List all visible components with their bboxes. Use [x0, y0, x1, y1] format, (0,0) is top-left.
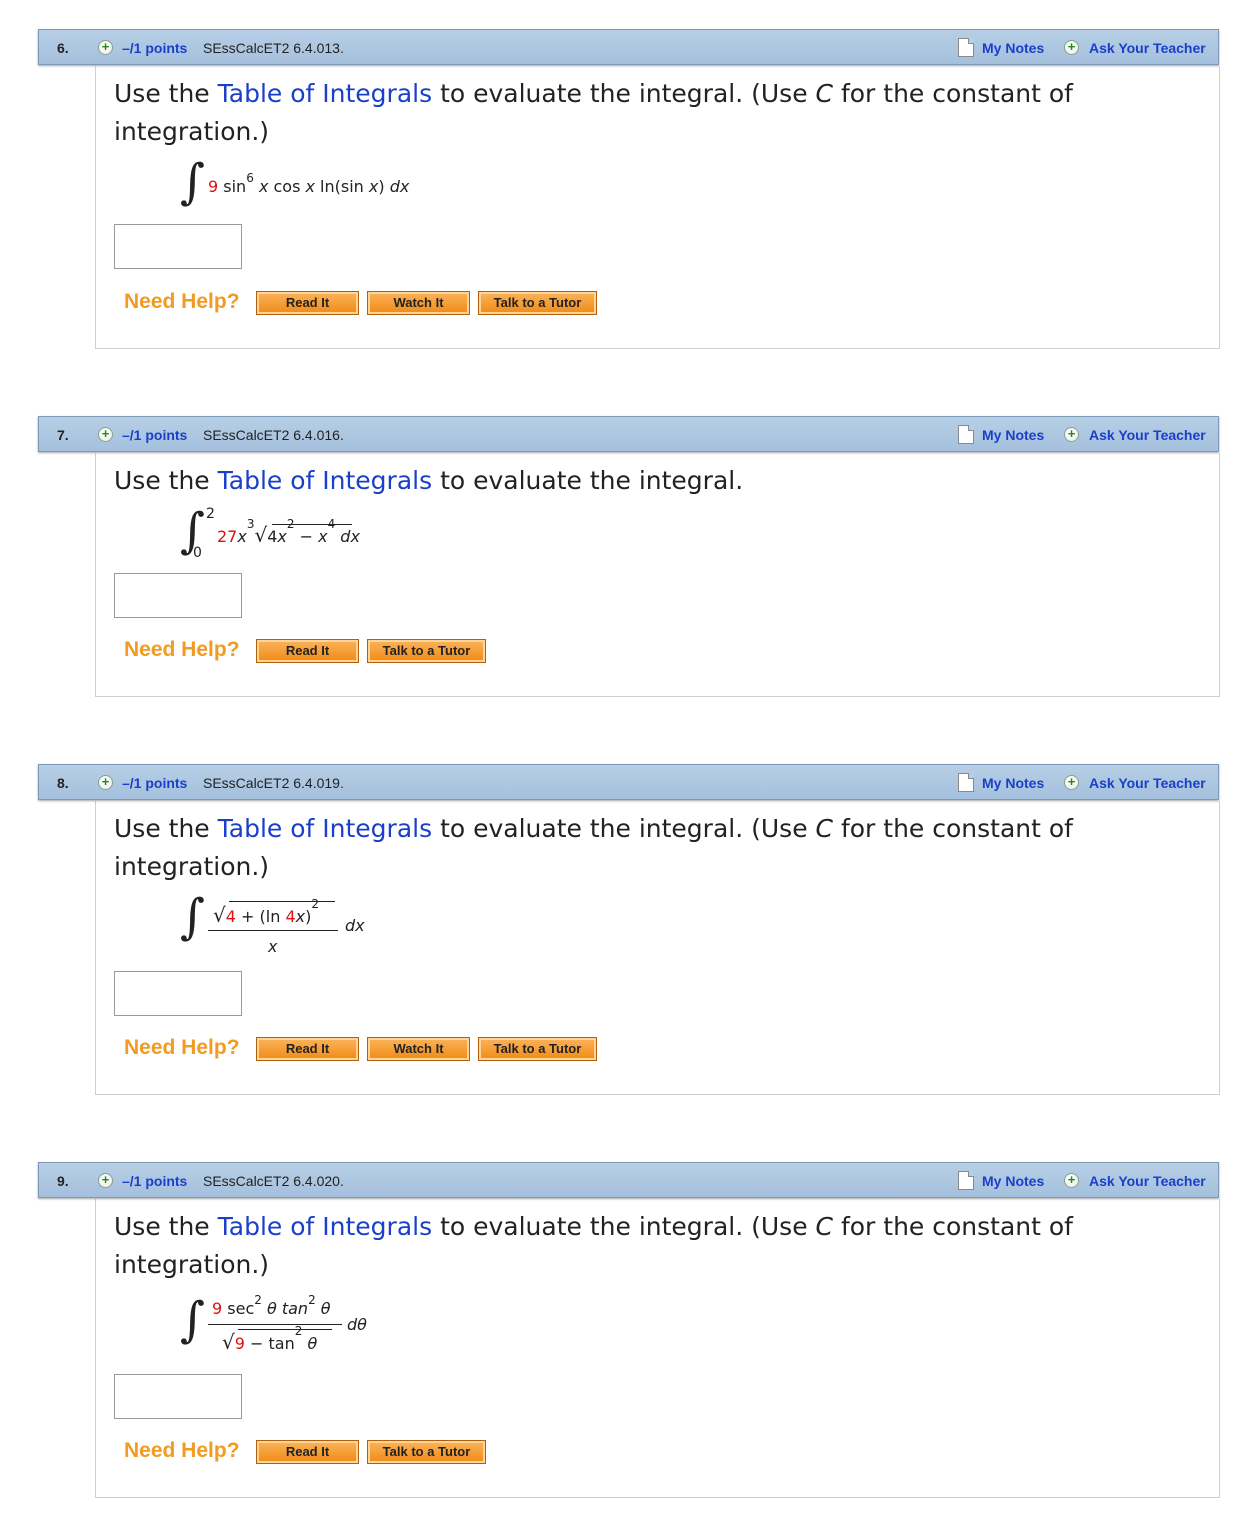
table-of-integrals-link[interactable]: Table of Integrals [218, 466, 432, 495]
need-help-label: Need Help? [124, 290, 240, 313]
question-6: 6. + –/1 points SEssCalcET2 6.4.013. My … [0, 0, 1239, 360]
question-header: 8. + –/1 points SEssCalcET2 6.4.019. My … [38, 764, 1219, 800]
my-notes-link[interactable]: My Notes [982, 427, 1044, 443]
table-of-integrals-link[interactable]: Table of Integrals [218, 79, 432, 108]
table-of-integrals-link[interactable]: Table of Integrals [218, 1212, 432, 1241]
question-8: 8. + –/1 points SEssCalcET2 6.4.019. My … [0, 735, 1239, 1105]
sqrt-bar [238, 1329, 332, 1330]
integral-expression: 9 sin6 x cos x ln(sin x) dx [208, 171, 410, 196]
question-number: 9. [57, 1173, 69, 1189]
need-help-label: Need Help? [124, 1439, 240, 1462]
watch-it-button[interactable]: Watch It [367, 1037, 470, 1061]
my-notes-link[interactable]: My Notes [982, 775, 1044, 791]
question-prompt: Use the Table of Integrals to evaluate t… [114, 1212, 1073, 1279]
notes-icon[interactable] [958, 38, 974, 57]
my-notes-link[interactable]: My Notes [982, 40, 1044, 56]
expand-plus-icon[interactable]: + [98, 40, 113, 55]
answer-input[interactable] [114, 971, 242, 1016]
question-header: 7. + –/1 points SEssCalcET2 6.4.016. My … [38, 416, 1219, 452]
fraction-bar [208, 930, 338, 931]
sqrt-bar [272, 524, 352, 525]
question-header: 6. + –/1 points SEssCalcET2 6.4.013. My … [38, 29, 1219, 65]
talk-to-tutor-button[interactable]: Talk to a Tutor [367, 639, 486, 663]
need-help-label: Need Help? [124, 638, 240, 661]
ask-teacher-link[interactable]: Ask Your Teacher [1089, 40, 1206, 56]
question-number: 7. [57, 427, 69, 443]
talk-to-tutor-button[interactable]: Talk to a Tutor [367, 1440, 486, 1464]
answer-input[interactable] [114, 224, 242, 269]
dtheta-label: dθ [347, 1315, 367, 1334]
question-7: 7. + –/1 points SEssCalcET2 6.4.016. My … [0, 387, 1239, 707]
integral-sign: ∫ [180, 1292, 206, 1348]
notes-icon[interactable] [958, 773, 974, 792]
need-help-label: Need Help? [124, 1036, 240, 1059]
expand-plus-icon[interactable]: + [98, 1173, 113, 1188]
my-notes-link[interactable]: My Notes [982, 1173, 1044, 1189]
question-prompt: Use the Table of Integrals to evaluate t… [114, 466, 744, 495]
sqrt-bar [229, 901, 335, 902]
question-header: 9. + –/1 points SEssCalcET2 6.4.020. My … [38, 1162, 1219, 1198]
lower-limit: 0 [193, 545, 202, 561]
question-id: SEssCalcET2 6.4.020. [203, 1173, 344, 1189]
expand-plus-icon[interactable]: + [98, 427, 113, 442]
question-number: 8. [57, 775, 69, 791]
question-prompt: Use the Table of Integrals to evaluate t… [114, 814, 1073, 881]
integral-sign: ∫ [180, 154, 206, 210]
notes-icon[interactable] [958, 425, 974, 444]
answer-input[interactable] [114, 1374, 242, 1419]
read-it-button[interactable]: Read It [256, 291, 359, 315]
ask-teacher-link[interactable]: Ask Your Teacher [1089, 775, 1206, 791]
ask-teacher-plus-icon[interactable]: + [1064, 427, 1079, 442]
denominator: √9 − tan2 θ [222, 1324, 318, 1354]
dx-label: dx [345, 916, 365, 935]
expand-plus-icon[interactable]: + [98, 775, 113, 790]
points-label[interactable]: –/1 points [122, 1173, 187, 1189]
ask-teacher-plus-icon[interactable]: + [1064, 1173, 1079, 1188]
question-id: SEssCalcET2 6.4.013. [203, 40, 344, 56]
table-of-integrals-link[interactable]: Table of Integrals [218, 814, 432, 843]
read-it-button[interactable]: Read It [256, 1037, 359, 1061]
question-id: SEssCalcET2 6.4.016. [203, 427, 344, 443]
fraction-bar [208, 1324, 342, 1325]
talk-to-tutor-button[interactable]: Talk to a Tutor [478, 291, 597, 315]
numerator: 9 sec2 θ tan2 θ [212, 1293, 331, 1318]
integral-sign: ∫ [180, 889, 206, 945]
ask-teacher-plus-icon[interactable]: + [1064, 40, 1079, 55]
ask-teacher-link[interactable]: Ask Your Teacher [1089, 1173, 1206, 1189]
question-id: SEssCalcET2 6.4.019. [203, 775, 344, 791]
read-it-button[interactable]: Read It [256, 1440, 359, 1464]
upper-limit: 2 [206, 506, 215, 522]
points-label[interactable]: –/1 points [122, 775, 187, 791]
watch-it-button[interactable]: Watch It [367, 291, 470, 315]
notes-icon[interactable] [958, 1171, 974, 1190]
integral-expression: 27x3√4x2 − x4 dx [217, 517, 360, 547]
answer-input[interactable] [114, 573, 242, 618]
question-prompt: Use the Table of Integrals to evaluate t… [114, 79, 1073, 146]
points-label[interactable]: –/1 points [122, 427, 187, 443]
denominator: x [268, 937, 278, 956]
talk-to-tutor-button[interactable]: Talk to a Tutor [478, 1037, 597, 1061]
ask-teacher-plus-icon[interactable]: + [1064, 775, 1079, 790]
numerator: √4 + (ln 4x)2 [213, 897, 319, 927]
question-number: 6. [57, 40, 69, 56]
question-9: 9. + –/1 points SEssCalcET2 6.4.020. My … [0, 1133, 1239, 1508]
ask-teacher-link[interactable]: Ask Your Teacher [1089, 427, 1206, 443]
read-it-button[interactable]: Read It [256, 639, 359, 663]
points-label[interactable]: –/1 points [122, 40, 187, 56]
